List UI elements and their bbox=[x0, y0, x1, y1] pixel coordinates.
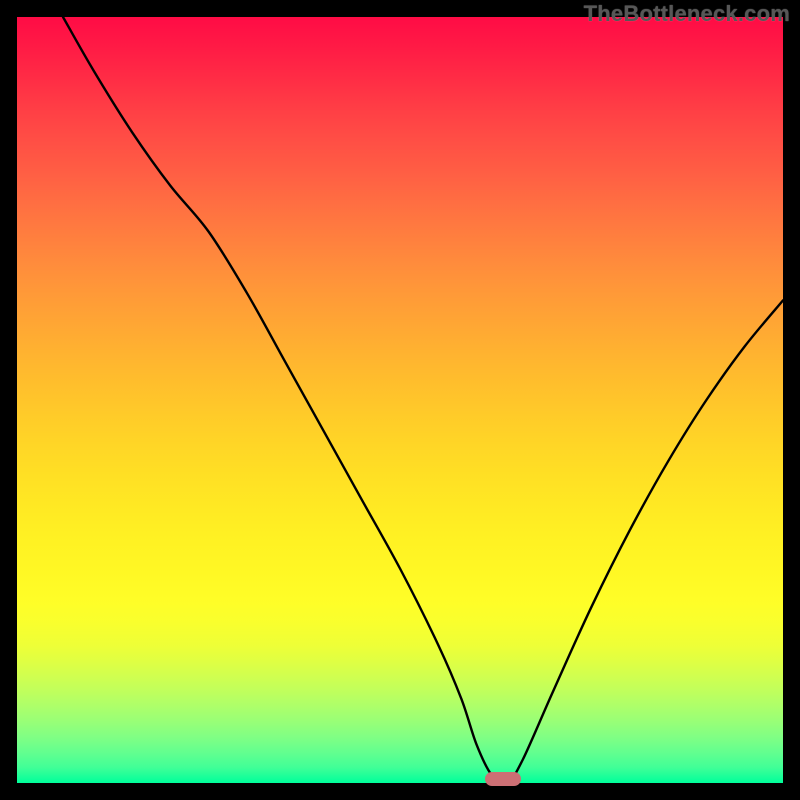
chart-frame: TheBottleneck.com bbox=[0, 0, 800, 800]
watermark-text: TheBottleneck.com bbox=[584, 1, 790, 27]
plot-area bbox=[17, 17, 783, 783]
